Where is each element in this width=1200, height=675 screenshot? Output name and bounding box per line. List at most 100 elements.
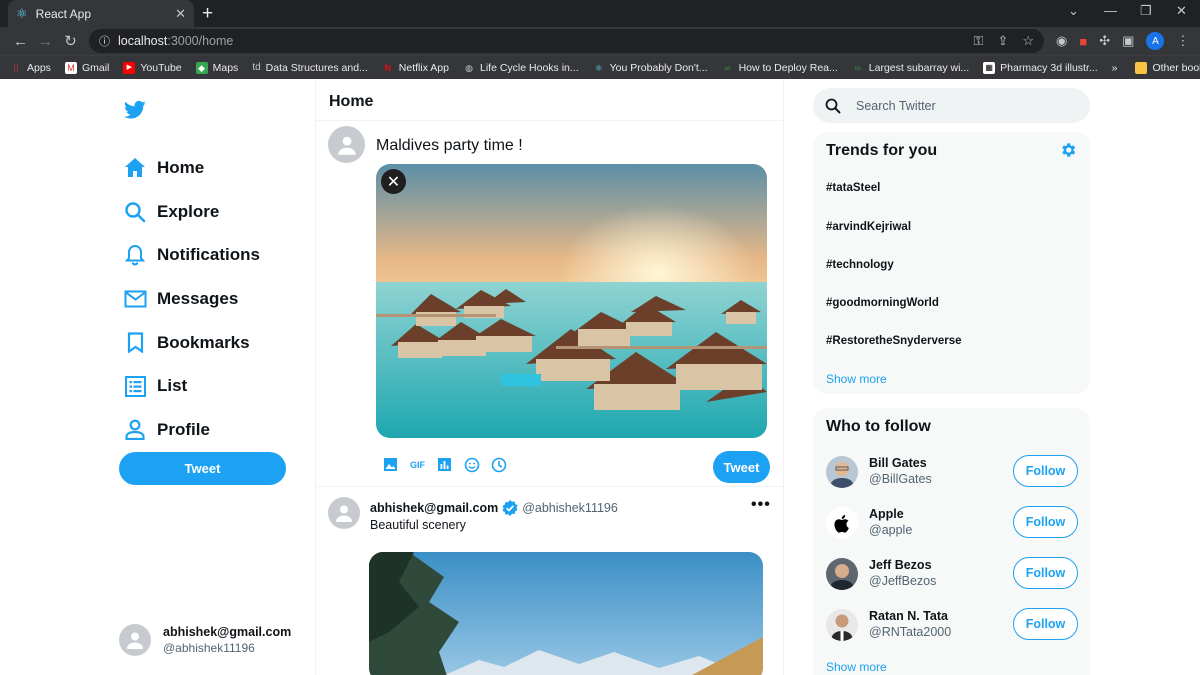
restore-icon[interactable]: ❐ [1140, 3, 1152, 19]
apps-grid-icon: ⁞⁞ [13, 62, 19, 73]
extension-red-icon[interactable]: ■ [1079, 34, 1087, 49]
close-window-icon[interactable]: ✕ [1176, 3, 1187, 19]
url-path: :3000/home [167, 34, 234, 48]
compose-tweet-button[interactable]: Tweet [713, 451, 770, 483]
bookmark-data-structures[interactable]: td Data Structures and... [252, 62, 367, 74]
address-bar[interactable]: ⓘ localhost:3000/home ⚿ ⇪ ☆ [89, 29, 1044, 53]
twitter-clone-page: Home Explore Notifications Messages Book… [0, 80, 1200, 675]
remove-image-button[interactable]: ✕ [381, 169, 406, 194]
share-icon[interactable]: ⇪ [997, 33, 1008, 49]
extension-record-icon[interactable]: ◉ [1056, 33, 1067, 49]
follow-name[interactable]: Ratan N. Tata [869, 609, 948, 623]
react-icon: ⚛ [594, 62, 603, 73]
home-icon [122, 155, 148, 181]
trends-widget: Trends for you #tataSteel #arvindKejriwa… [813, 132, 1090, 394]
sidebar: Home Explore Notifications Messages Book… [0, 80, 316, 675]
avatar[interactable] [826, 609, 858, 641]
star-icon[interactable]: ☆ [1022, 33, 1034, 49]
browser-tabstrip: ⚛ React App ✕ + ⌄ — ❐ ✕ [0, 0, 1200, 27]
sidebar-menu: Home Explore Notifications Messages Book… [122, 146, 260, 452]
sidebar-tweet-button[interactable]: Tweet [119, 452, 286, 485]
search-icon [825, 98, 841, 114]
profile-avatar[interactable]: A [1146, 32, 1165, 50]
new-tab-icon[interactable]: + [202, 3, 213, 25]
bookmark-gmail[interactable]: M Gmail [64, 61, 109, 74]
gif-icon[interactable]: GIF [409, 456, 426, 473]
close-tab-icon[interactable]: ✕ [175, 6, 186, 22]
compose-image-preview: ✕ [376, 164, 767, 438]
search-icon [122, 199, 148, 225]
more-bookmarks-icon[interactable]: » [1112, 62, 1118, 74]
trends-title: Trends for you [826, 142, 938, 159]
twitter-bird-icon[interactable] [124, 100, 146, 120]
bookmark-you-probably[interactable]: ⚛ You Probably Don't... [593, 62, 708, 74]
browser-menu-icon[interactable]: ⋮ [1176, 33, 1189, 49]
trends-show-more-link[interactable]: Show more [826, 372, 887, 386]
trend-item[interactable]: #goodmorningWorld [826, 297, 939, 309]
post-author-name[interactable]: abhishek@gmail.com [370, 501, 498, 515]
follow-button[interactable]: Follow [1013, 455, 1078, 487]
poll-icon[interactable] [436, 456, 453, 473]
bookmark-pharmacy[interactable]: ▦ Pharmacy 3d illustr... [983, 61, 1098, 74]
follow-name[interactable]: Apple [869, 507, 904, 521]
sidebar-item-messages[interactable]: Messages [122, 277, 260, 321]
bookmark-netflix[interactable]: N Netflix App [382, 62, 449, 74]
sidepanel-icon[interactable]: ▣ [1122, 33, 1134, 49]
follow-button[interactable]: Follow [1013, 557, 1078, 589]
trend-item[interactable]: #technology [826, 259, 894, 271]
search-bar[interactable]: Search Twitter [813, 88, 1090, 123]
trend-item[interactable]: #arvindKejriwal [826, 221, 911, 233]
browser-tab[interactable]: ⚛ React App ✕ [8, 0, 194, 27]
bookmark-apps[interactable]: ⁞⁞ Apps [10, 62, 50, 74]
avatar[interactable] [826, 456, 858, 488]
key-icon[interactable]: ⚿ [974, 33, 984, 49]
bookmark-deploy[interactable]: ∞ How to Deploy Rea... [722, 62, 837, 74]
trend-item[interactable]: #tataSteel [826, 182, 880, 194]
sidebar-item-notifications[interactable]: Notifications [122, 233, 260, 277]
minimize-icon[interactable]: — [1104, 3, 1117, 18]
compose-input[interactable]: Maldives party time ! [376, 137, 523, 155]
other-bookmarks[interactable]: Other bookmarks [1135, 61, 1200, 74]
extensions-puzzle-icon[interactable]: ✣ [1099, 33, 1110, 49]
follow-show-more-link[interactable]: Show more [826, 660, 887, 674]
trend-item[interactable]: #RestoretheSnyderverse [826, 335, 962, 347]
back-icon[interactable]: ← [8, 33, 33, 50]
feed: Home Maldives party time ! ✕ GIF Tweet a… [316, 80, 784, 675]
sidebar-item-list[interactable]: List [122, 364, 260, 408]
divider [316, 486, 783, 487]
follow-button[interactable]: Follow [1013, 506, 1078, 538]
sidebar-item-label: Explore [157, 201, 220, 221]
avatar[interactable] [826, 507, 858, 539]
follow-name[interactable]: Bill Gates [869, 456, 927, 470]
netflix-icon: N [384, 62, 392, 73]
emoji-icon[interactable] [463, 456, 480, 473]
bookmark-youtube[interactable]: ▶ YouTube [123, 61, 182, 74]
bookmarks-bar: ⁞⁞ Apps M Gmail ▶ YouTube ◆ Maps td Data Stru… [0, 55, 1200, 79]
sidebar-item-bookmarks[interactable]: Bookmarks [122, 321, 260, 365]
info-icon[interactable]: ⓘ [99, 33, 110, 49]
youtube-icon: ▶ [123, 61, 136, 74]
avatar[interactable] [826, 558, 858, 590]
sidebar-item-home[interactable]: Home [122, 146, 260, 190]
bookmark-largest-subarray[interactable]: ∞ Largest subarray wi... [852, 62, 970, 74]
post-avatar[interactable] [328, 497, 360, 529]
post-image[interactable] [369, 552, 763, 675]
bookmark-lifecycle-hooks[interactable]: ◍ Life Cycle Hooks in... [463, 62, 579, 74]
tab-search-icon[interactable]: ⌄ [1068, 3, 1079, 19]
follow-button[interactable]: Follow [1013, 608, 1078, 640]
image-icon[interactable] [382, 456, 399, 473]
schedule-icon[interactable] [490, 456, 507, 473]
sidebar-account[interactable]: abhishek@gmail.com @abhishek11196 [119, 624, 291, 656]
bookmark-maps[interactable]: ◆ Maps [195, 61, 238, 74]
sidebar-item-label: Profile [157, 419, 210, 439]
sidebar-item-label: Messages [157, 288, 239, 308]
search-input[interactable]: Search Twitter [856, 99, 936, 113]
reload-icon[interactable]: ↻ [58, 32, 83, 50]
more-options-icon[interactable]: ••• [751, 496, 771, 514]
sidebar-item-explore[interactable]: Explore [122, 190, 260, 234]
follow-name[interactable]: Jeff Bezos [869, 558, 932, 572]
post-author-handle[interactable]: @abhishek11196 [522, 501, 618, 515]
forward-icon[interactable]: → [33, 33, 58, 50]
sidebar-item-profile[interactable]: Profile [122, 408, 260, 452]
gear-icon[interactable] [1059, 141, 1077, 159]
